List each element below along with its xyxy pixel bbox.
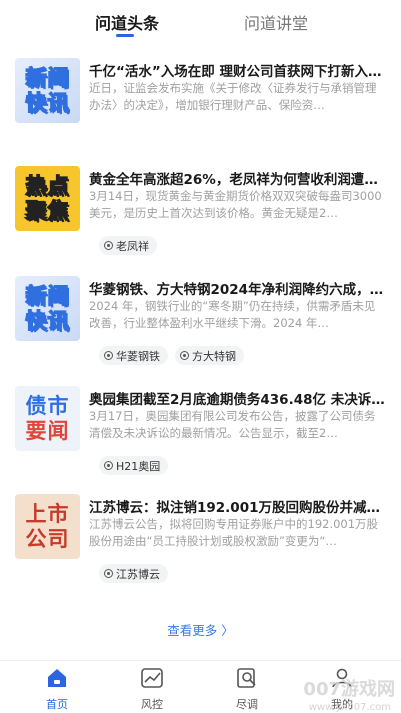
risk-chart-icon	[141, 668, 163, 688]
company-tag[interactable]: 老凤祥	[99, 236, 157, 255]
article-title[interactable]: 奥园集团截至2月底逾期债务436.48亿 未决诉…	[89, 388, 387, 408]
tag-list: 华菱钢铁 方大特钢	[99, 346, 244, 365]
news-flash-thumbnail: 新闻 快讯	[15, 58, 80, 123]
bond-news-thumbnail: 债市 要闻	[15, 386, 80, 451]
thumb-line: 新闻	[25, 283, 70, 309]
company-tag[interactable]: 华菱钢铁	[99, 346, 168, 365]
site-watermark-url: www.yx007.com	[308, 702, 391, 713]
tag-icon	[180, 351, 189, 360]
news-flash-thumbnail: 新闻 快讯	[15, 276, 80, 341]
thumb-line: 债市	[25, 393, 70, 418]
active-tab-indicator	[116, 34, 134, 37]
nav-item-due-diligence[interactable]: 尽调	[222, 667, 272, 712]
article-title[interactable]: 华菱钢铁、方大特钢2024年净利润降约六成，…	[89, 278, 387, 298]
site-watermark: 007游戏网	[303, 679, 395, 700]
nav-item-home[interactable]: 首页	[32, 667, 82, 712]
listed-company-thumbnail: 上市 公司	[15, 494, 80, 559]
search-doc-icon	[237, 668, 256, 688]
tag-list: H21奥园	[99, 456, 169, 475]
thumb-line: 上市	[25, 501, 70, 526]
thumb-line: 公司	[25, 526, 70, 551]
article-summary: 近日，证监会发布实施《关于修改〈证券发行与承销管理办法〉的决定》，增加银行理财产…	[89, 81, 377, 112]
tag-list: 老凤祥	[99, 236, 157, 255]
tag-list: 江苏博云	[99, 564, 168, 583]
article-title[interactable]: 江苏博云：拟注销192.001万股回购股份并减少…	[89, 496, 387, 516]
nav-item-risk[interactable]: 风控	[127, 667, 177, 712]
tag-icon	[104, 569, 113, 578]
article-summary: 2024 年，钢铁行业的“寒冬期”仍在持续，供需矛盾未见改善，行业整体盈利水平继…	[89, 299, 376, 330]
view-more-link[interactable]: 查看更多 〉	[0, 620, 401, 639]
tab-wendao-lecture[interactable]: 问道讲堂	[244, 10, 308, 34]
thumb-line: 新闻	[25, 65, 70, 91]
tag-icon	[104, 241, 113, 250]
thumb-line: 热点	[25, 173, 70, 199]
tab-wendao-headlines[interactable]: 问道头条	[95, 10, 159, 34]
article-summary: 3月17日，奥园集团有限公司发布公告，披露了公司债务清偿及未决诉讼的最新情况。公…	[89, 409, 376, 440]
hot-topic-thumbnail: 热点 聚焦	[15, 166, 80, 231]
thumb-line: 快讯	[25, 90, 70, 116]
top-tab-bar: 问道头条 问道讲堂	[0, 0, 401, 44]
article-title[interactable]: 黄金全年高涨超26%，老凤祥为何营收利润遭遇…	[89, 168, 387, 188]
company-tag[interactable]: H21奥园	[99, 456, 169, 475]
thumb-line: 快讯	[25, 308, 70, 334]
home-icon	[48, 669, 66, 687]
thumb-line: 要闻	[25, 418, 70, 443]
tag-icon	[104, 461, 113, 470]
tag-icon	[104, 351, 113, 360]
thumb-line: 聚焦	[25, 198, 70, 224]
company-tag[interactable]: 方大特钢	[175, 346, 244, 365]
company-tag[interactable]: 江苏博云	[99, 564, 168, 583]
article-summary: 江苏博云公告，拟将回购专用证券账户中的192.001万股股份用途由“员工持股计划…	[89, 517, 379, 548]
article-title[interactable]: 千亿“活水”入场在即 理财公司首获网下打新入…	[89, 60, 387, 80]
article-summary: 3月14日，现货黄金与黄金期货价格双双突破每盎司3000美元，是历史上首次达到该…	[89, 189, 382, 220]
